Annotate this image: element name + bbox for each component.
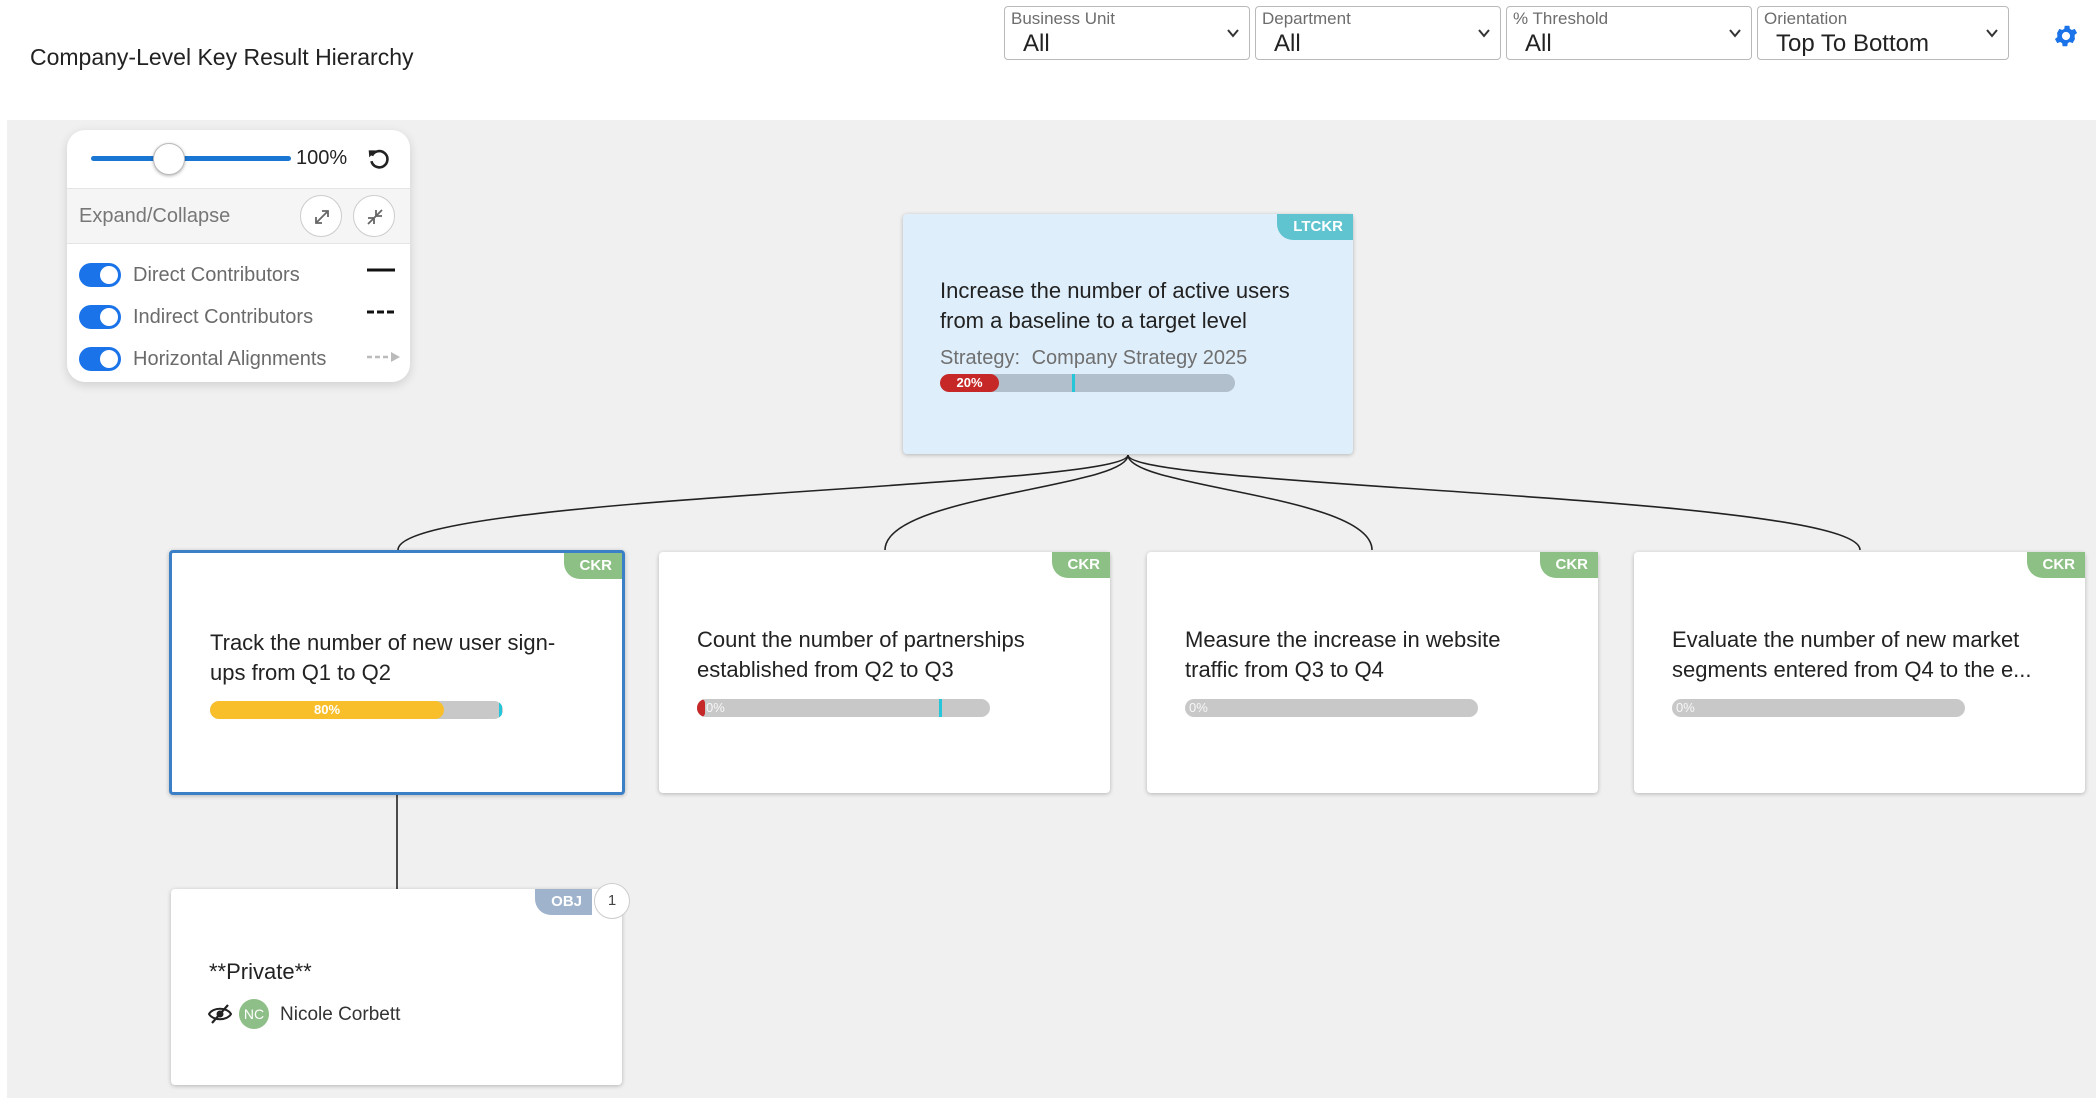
root-key-result-card[interactable]: LTCKR Increase the number of active user… — [903, 214, 1353, 454]
avatar: NC — [239, 999, 269, 1029]
obj-badge: OBJ — [535, 889, 592, 915]
child-card-title: Track the number of new user sign- ups f… — [210, 628, 555, 688]
expand-all-button[interactable] — [300, 195, 342, 237]
child-card-title: Measure the increase in website traffic … — [1185, 625, 1501, 685]
connector-root-child-2 — [884, 454, 1129, 551]
horizontal-alignments-toggle[interactable] — [79, 347, 121, 371]
child-title-line-1: Track the number of new user sign- — [210, 630, 556, 655]
child-title-line-2: segments entered from Q4 to the e... — [1672, 657, 2032, 682]
expand-collapse-label: Expand/Collapse — [79, 205, 231, 227]
child-progress-text: 0% — [1189, 700, 1208, 715]
ltckr-badge: LTCKR — [1277, 214, 1353, 240]
solid-line-legend-icon — [367, 268, 395, 272]
root-target-marker — [1072, 374, 1075, 392]
ckr-badge: CKR — [1051, 552, 1110, 578]
child-card-title: Count the number of partnerships establi… — [697, 625, 1025, 685]
reset-zoom-icon[interactable] — [366, 146, 392, 172]
expand-icon — [315, 210, 329, 224]
zoom-slider-track[interactable] — [91, 156, 291, 161]
connector-root-child-3 — [1127, 454, 1373, 551]
ckr-badge: CKR — [1539, 552, 1598, 578]
strategy-label: Strategy: — [940, 347, 1021, 369]
connector-root-child-1 — [397, 454, 1129, 551]
root-progress-bar: 20% — [940, 374, 1235, 392]
collapse-icon — [367, 209, 383, 225]
child-title-line-1: Count the number of partnerships — [697, 627, 1025, 652]
direct-contributors-row: Direct Contributors — [67, 258, 410, 294]
owner-name: Nicole Corbett — [280, 1004, 401, 1025]
dashed-arrow-legend-icon — [367, 352, 400, 362]
horizontal-alignments-label: Horizontal Alignments — [133, 348, 327, 370]
zoom-value: 100% — [296, 147, 348, 169]
dashed-line-legend-icon — [367, 310, 395, 314]
root-strategy: Strategy: Company Strategy 2025 — [940, 347, 1247, 370]
connector-root-child-4 — [1127, 454, 1861, 551]
child-target-marker — [499, 701, 502, 719]
root-title-line-1: Increase the number of active users — [940, 278, 1290, 303]
child-progress-text: 0% — [706, 700, 725, 715]
objective-card[interactable]: OBJ 1 **Private** NC Nicole Corbett — [171, 883, 630, 1085]
child-key-result-card-4[interactable]: CKR Evaluate the number of new market se… — [1634, 552, 2085, 793]
root-card-title: Increase the number of active users from… — [940, 276, 1290, 336]
direct-contributors-toggle[interactable] — [79, 263, 121, 287]
root-title-line-2: from a baseline to a target level — [940, 308, 1247, 333]
view-controls-panel: 100% Expand/Collapse Direct Contributors — [67, 130, 410, 382]
ckr-badge: CKR — [563, 553, 622, 579]
eye-slash-icon — [208, 1004, 232, 1024]
indirect-contributors-label: Indirect Contributors — [133, 306, 314, 328]
indirect-contributors-row: Indirect Contributors — [67, 300, 410, 336]
child-title-line-2: traffic from Q3 to Q4 — [1185, 657, 1384, 682]
collapse-all-button[interactable] — [353, 195, 395, 237]
child-card-title: Evaluate the number of new market segmen… — [1672, 625, 2032, 685]
horizontal-alignments-row: Horizontal Alignments — [67, 342, 410, 378]
objective-title: **Private** — [209, 959, 312, 984]
child-key-result-card-3[interactable]: CKR Measure the increase in website traf… — [1147, 552, 1598, 793]
child-title-line-1: Measure the increase in website — [1185, 627, 1501, 652]
expand-collapse-row: Expand/Collapse — [67, 188, 410, 244]
child-key-result-card-2[interactable]: CKR Count the number of partnerships est… — [659, 552, 1110, 793]
ckr-badge: CKR — [2026, 552, 2085, 578]
child-progress-bar: 0% — [1185, 699, 1478, 717]
strategy-value: Company Strategy 2025 — [1031, 347, 1248, 369]
child-title-line-2: established from Q2 to Q3 — [697, 657, 954, 682]
child-progress-text: 0% — [1676, 700, 1695, 715]
root-progress-text: 20% — [956, 375, 983, 390]
child-key-result-card-1[interactable]: CKR Track the number of new user sign- u… — [169, 550, 625, 795]
indirect-contributors-toggle[interactable] — [79, 305, 121, 329]
child-progress-bar: 0% — [697, 699, 990, 717]
child-progress-bar: 80% — [210, 701, 503, 719]
child-title-line-1: Evaluate the number of new market — [1672, 627, 2020, 652]
direct-contributors-label: Direct Contributors — [133, 264, 300, 286]
child-title-line-2: ups from Q1 to Q2 — [210, 660, 391, 685]
zoom-slider-thumb[interactable] — [153, 143, 185, 175]
child-progress-bar: 0% — [1672, 699, 1965, 717]
child-target-marker — [939, 699, 942, 717]
child-count-badge[interactable]: 1 — [594, 883, 630, 919]
child-progress-text: 80% — [313, 702, 341, 717]
